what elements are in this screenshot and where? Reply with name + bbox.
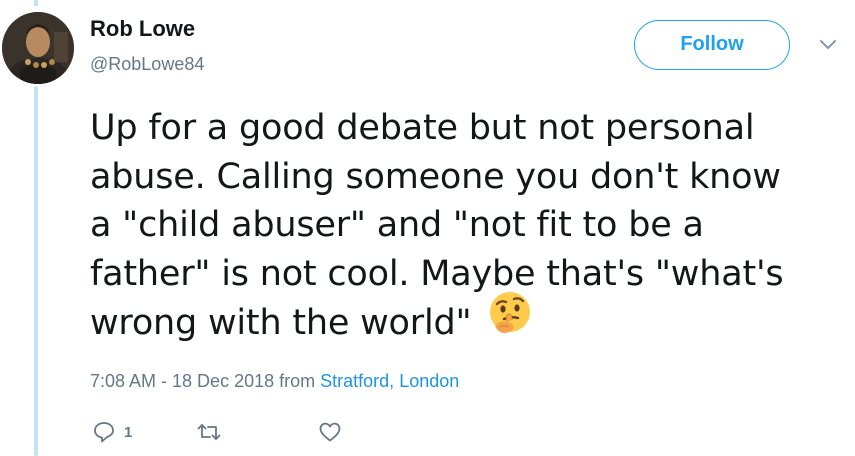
tweet-line-last: wrong with the world" (90, 292, 835, 350)
tweet-text: Up for a good debate but not personal ab… (90, 104, 835, 350)
author-name[interactable]: Rob Lowe (90, 16, 195, 42)
tweet-line: Up for a good debate but not personal (90, 108, 755, 148)
from-label: from (279, 371, 316, 391)
thinking-face-icon (487, 290, 533, 350)
avatar[interactable] (2, 12, 74, 84)
thread-line-top (34, 0, 38, 6)
reply-button[interactable]: 1 (92, 420, 132, 444)
tweet-line: wrong with the world" (90, 302, 472, 343)
tweet-line: father" is not cool. Maybe that's "what'… (90, 253, 784, 294)
timestamp[interactable]: 7:08 AM - 18 Dec 2018 (90, 371, 274, 391)
tweet-actions: 1 (92, 419, 342, 445)
retweet-icon (196, 420, 222, 444)
reply-icon (92, 420, 116, 444)
author-handle[interactable]: @RobLowe84 (90, 54, 204, 75)
location-link[interactable]: Stratford, London (320, 371, 459, 391)
tweet-line: abuse. Calling someone you don't know (90, 156, 781, 197)
retweet-button[interactable] (196, 420, 222, 444)
reply-count: 1 (124, 423, 133, 441)
thread-line (34, 86, 38, 456)
follow-button[interactable]: Follow (634, 20, 790, 70)
tweet-line: a "child abuser" and "not fit to be a (90, 205, 704, 245)
chevron-down-icon[interactable] (818, 38, 838, 52)
tweet-meta: 7:08 AM - 18 Dec 2018 from Stratford, Lo… (90, 371, 459, 392)
heart-icon (318, 420, 342, 444)
like-button[interactable] (318, 420, 342, 444)
